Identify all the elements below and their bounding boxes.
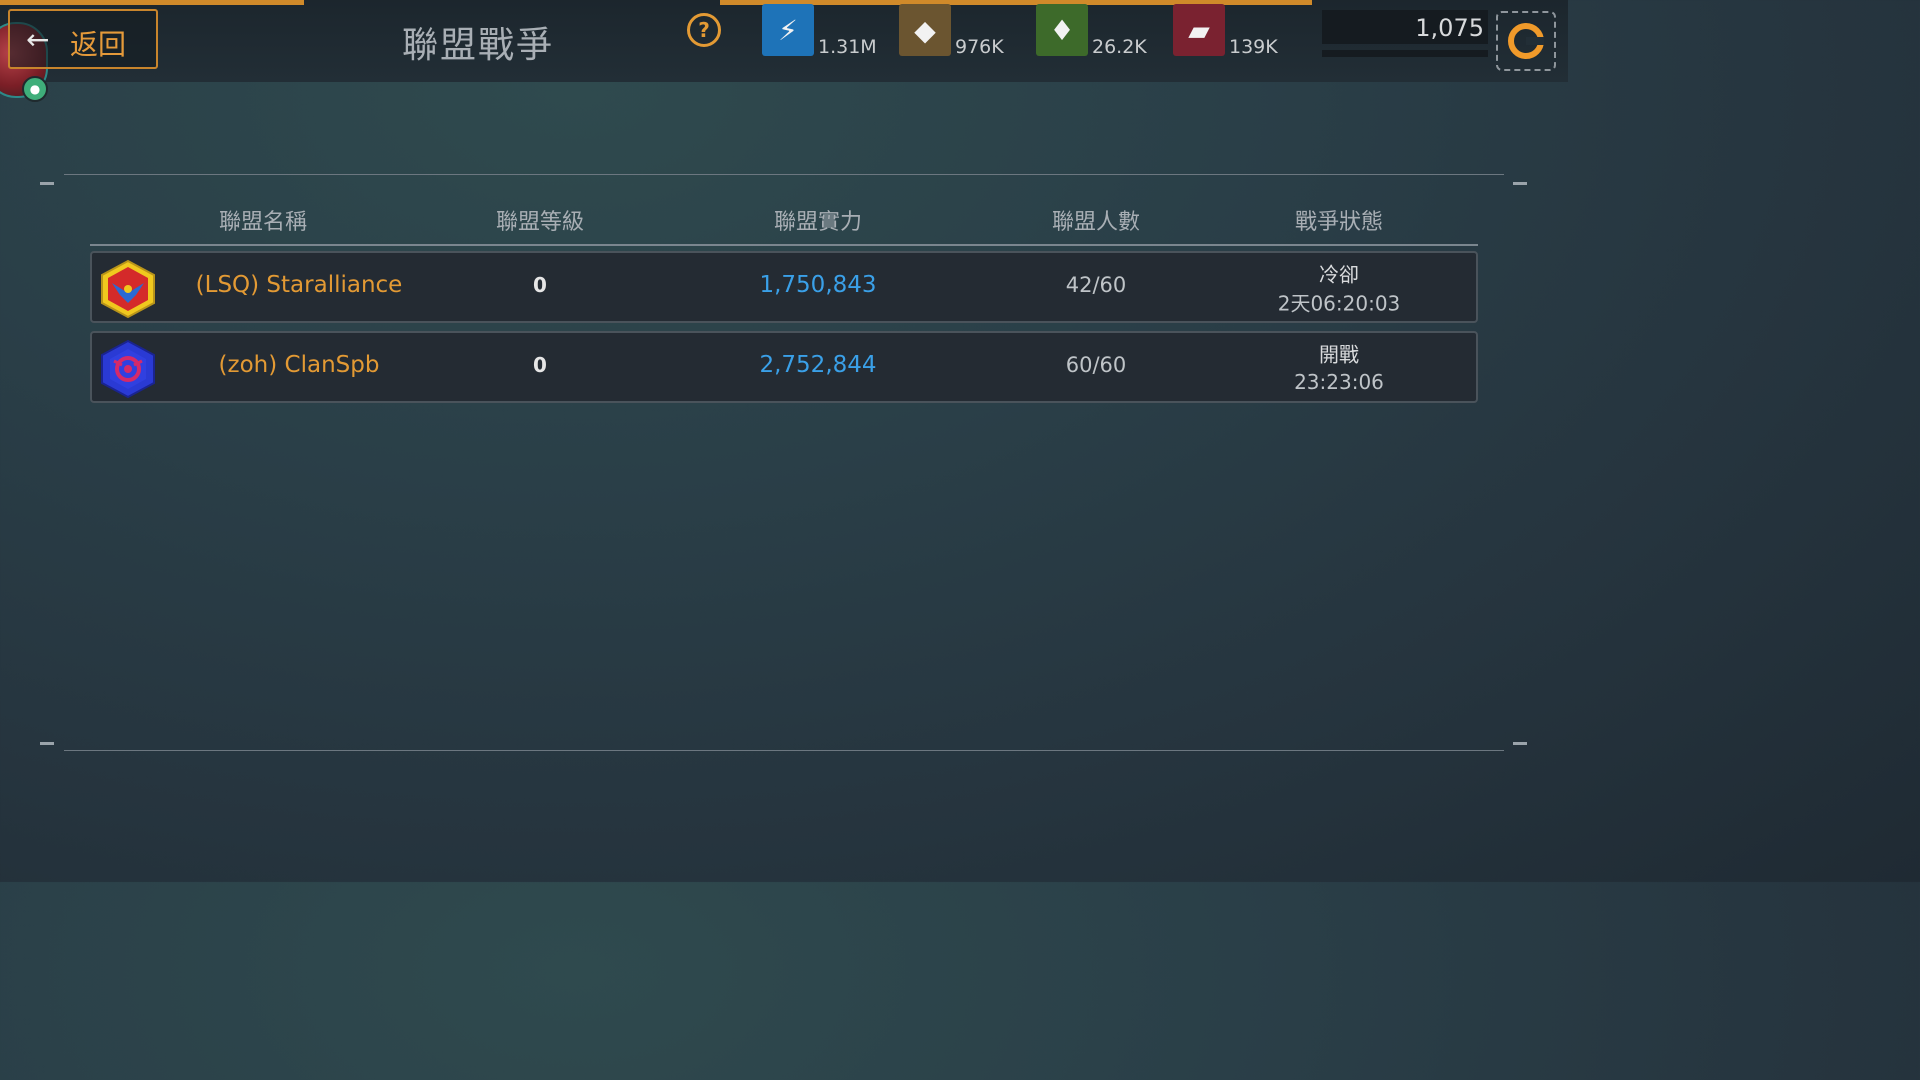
frame-bottom-line [64, 750, 1504, 751]
alliance-power: 1,750,843 [759, 272, 877, 298]
resource-value: 26.2K [1092, 36, 1147, 58]
alliance-level: 0 [533, 273, 547, 297]
top-accent-line [0, 0, 304, 5]
resource-value: 139K [1229, 36, 1278, 58]
back-arrow-icon: ← [26, 23, 50, 56]
crystal-icon: ♦ [1036, 4, 1088, 56]
frame-tick [40, 742, 54, 745]
war-status-timer: 2天06:20:03 [1277, 291, 1401, 316]
frame-tick [1513, 742, 1527, 745]
voice-mic-icon[interactable]: ● [22, 76, 48, 102]
energy-icon: ⚡ [762, 4, 814, 56]
shop-button[interactable] [1496, 11, 1556, 71]
header-war-status: 戰爭狀態 [1294, 210, 1384, 235]
header-alliance-level: 聯盟等級 [495, 210, 585, 235]
header-alliance-name: 聯盟名稱 [218, 210, 308, 235]
frame-tick [1513, 182, 1527, 185]
alloy-icon: ▰ [1173, 4, 1225, 56]
back-label: 返回 [70, 28, 127, 61]
currency-bar-lower [1322, 50, 1488, 57]
alliance-name[interactable]: (LSQ) Staralliance [196, 272, 403, 298]
frame-top-line [64, 174, 1504, 175]
resource-value: 1.31M [818, 36, 877, 58]
help-icon[interactable]: ? [687, 13, 721, 47]
shop-g-icon [1508, 23, 1544, 59]
frame-tick [40, 182, 54, 185]
blue-spiral-emblem-icon [101, 339, 155, 399]
alliance-level: 0 [533, 353, 547, 377]
currency-panel: 1,075 [1322, 10, 1488, 58]
war-status: 開戰 [1319, 342, 1359, 367]
red-eagle-emblem-icon [101, 259, 155, 319]
alliance-members: 42/60 [1065, 273, 1127, 297]
header-underline [90, 244, 1478, 246]
header-alliance-members: 聯盟人數 [1051, 210, 1141, 235]
war-status-timer: 23:23:06 [1294, 370, 1384, 394]
currency-value: 1,075 [1415, 14, 1484, 42]
page-title: 聯盟戰爭 [402, 25, 555, 66]
back-button[interactable]: ← 返回 [8, 9, 158, 69]
alliance-name[interactable]: (zoh) ClanSpb [219, 352, 380, 378]
ore-icon: ◆ [899, 4, 951, 56]
alliance-power: 2,752,844 [759, 352, 877, 378]
header-alliance-power: 聯盟實力 [773, 210, 863, 235]
resource-value: 976K [955, 36, 1004, 58]
alliance-members: 60/60 [1065, 353, 1127, 377]
war-status: 冷卻 [1319, 262, 1359, 287]
